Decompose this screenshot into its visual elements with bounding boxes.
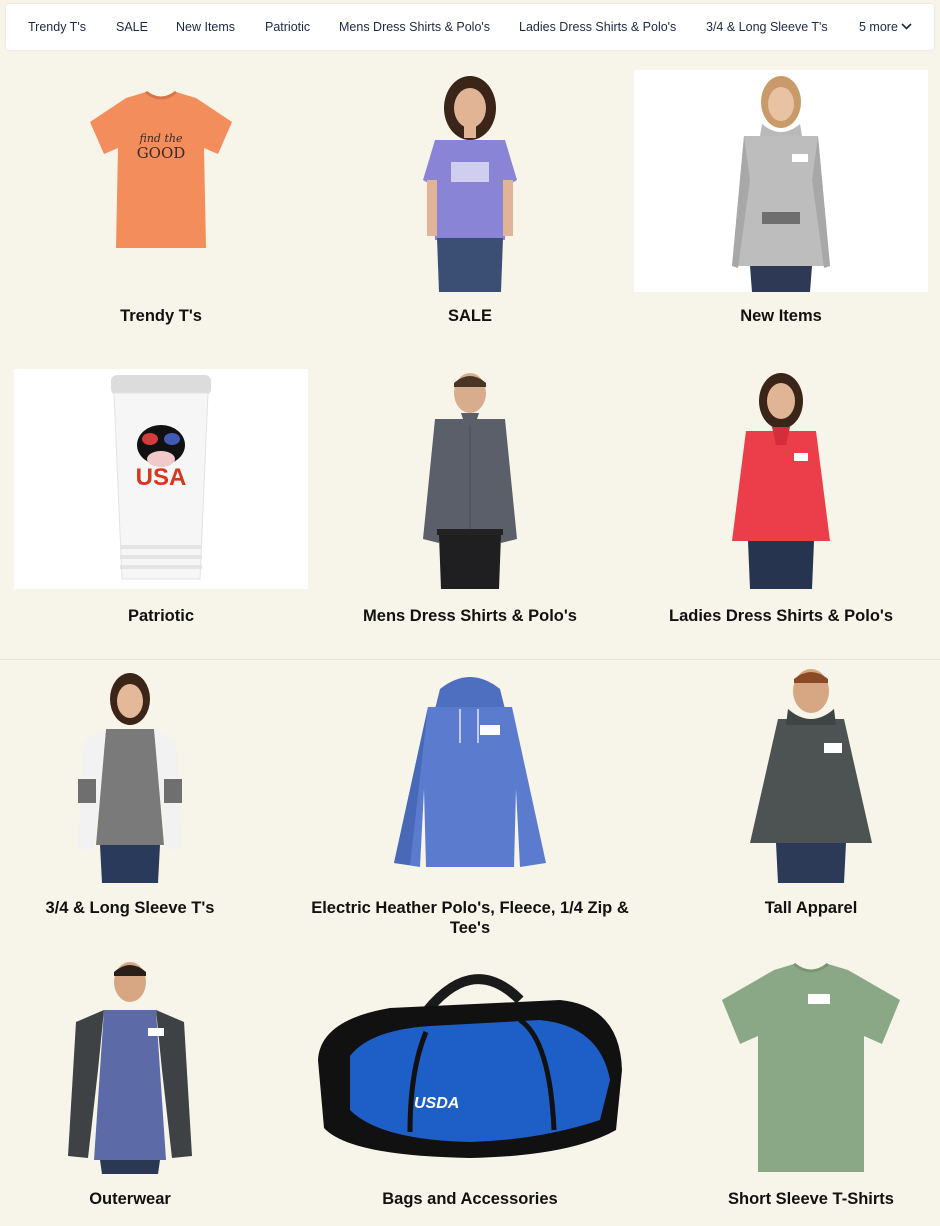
category-tile-sale[interactable]: SALE <box>323 70 617 330</box>
category-tile-short-sleeve[interactable]: Short Sleeve T-Shirts <box>686 960 936 1210</box>
category-label: Bags and Accessories <box>382 1190 558 1208</box>
category-label: Mens Dress Shirts & Polo's <box>363 607 577 625</box>
tshirt-print-line2: GOOD <box>137 144 186 162</box>
category-tile-outerwear[interactable]: Outerwear <box>6 960 254 1210</box>
product-image-man-grey-hoodie <box>686 669 936 883</box>
chevron-down-icon <box>901 23 912 30</box>
category-label: Trendy T's <box>120 307 202 325</box>
category-label: Tall Apparel <box>764 899 858 917</box>
product-image-man-raglan-hoodie <box>6 960 254 1174</box>
nav-item-trendy-ts[interactable]: Trendy T's <box>28 4 86 50</box>
category-label: New Items <box>740 307 822 325</box>
product-image-duffel-bag: USDA <box>310 960 630 1174</box>
nav-item-new-items[interactable]: New Items <box>176 4 235 50</box>
category-tile-patriotic[interactable]: USA Patriotic <box>14 369 308 629</box>
nav-more-dropdown[interactable]: 5 more <box>859 4 912 50</box>
section-divider <box>0 659 940 660</box>
product-image-woman-raglan <box>6 669 254 883</box>
nav-item-sale[interactable]: SALE <box>116 4 148 50</box>
category-tile-bags-accessories[interactable]: USDA Bags and Accessories <box>310 960 630 1210</box>
product-image-woman-heather-pullover <box>634 70 928 292</box>
category-label: Outerwear <box>89 1190 171 1208</box>
category-label: Electric Heather Polo's, Fleece, 1/4 Zip… <box>311 899 629 937</box>
nav-item-patriotic[interactable]: Patriotic <box>265 4 310 50</box>
category-label: Ladies Dress Shirts & Polo's <box>669 607 893 625</box>
nav-more-label: 5 more <box>859 20 898 34</box>
category-label: Short Sleeve T-Shirts <box>728 1190 894 1208</box>
nav-item-mens-dress-shirts[interactable]: Mens Dress Shirts & Polo's <box>339 4 490 50</box>
tumbler-print: USA <box>136 464 187 491</box>
category-tile-mens-dress-shirts[interactable]: Mens Dress Shirts & Polo's <box>323 369 617 629</box>
product-image-green-tshirt <box>686 960 936 1174</box>
nav-item-ladies-dress-shirts[interactable]: Ladies Dress Shirts & Polo's <box>519 4 676 50</box>
category-nav-bar: Trendy T's SALE New Items Patriotic Mens… <box>6 4 934 50</box>
nav-item-long-sleeve-ts[interactable]: 3/4 & Long Sleeve T's <box>706 4 828 50</box>
product-image-woman-red-polo <box>634 369 928 589</box>
category-label: Patriotic <box>127 607 195 625</box>
category-tile-electric-heather[interactable]: Electric Heather Polo's, Fleece, 1/4 Zip… <box>310 669 630 939</box>
category-tile-long-sleeve-ts[interactable]: 3/4 & Long Sleeve T's <box>6 669 254 939</box>
category-tile-tall-apparel[interactable]: Tall Apparel <box>686 669 936 939</box>
category-label: SALE <box>447 307 492 325</box>
product-image-orange-tshirt: find the GOOD <box>14 70 308 292</box>
product-image-blue-heather-hoodie <box>310 669 630 883</box>
bag-print: USDA <box>414 1095 459 1112</box>
category-tile-new-items[interactable]: New Items <box>634 70 928 330</box>
product-image-woman-purple-tshirt <box>323 70 617 292</box>
product-image-man-grey-dress-shirt <box>323 369 617 589</box>
category-label: 3/4 & Long Sleeve T's <box>45 899 215 917</box>
product-image-usa-tumbler: USA <box>14 369 308 589</box>
category-tile-trendy-ts[interactable]: find the GOOD Trendy T's <box>14 70 308 330</box>
category-tile-ladies-dress-shirts[interactable]: Ladies Dress Shirts & Polo's <box>634 369 928 629</box>
